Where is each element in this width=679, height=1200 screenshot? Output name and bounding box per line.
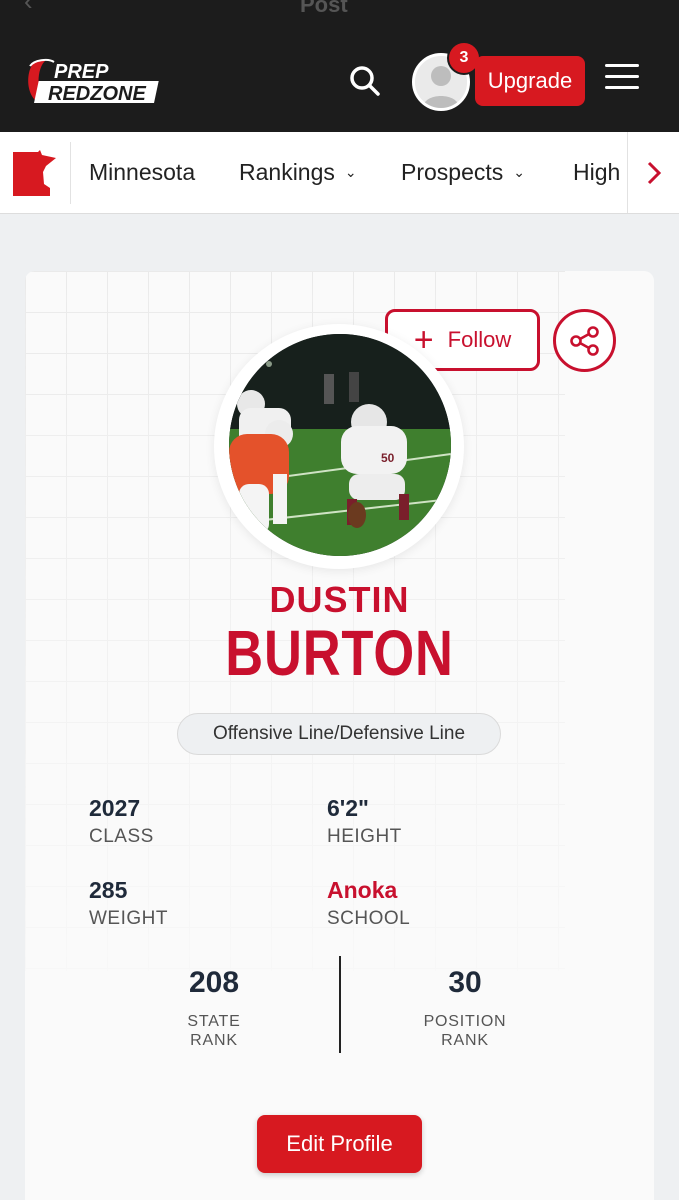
player-profile-card: + Follow 50 DUSTIN BURTON Offensive Line…: [25, 271, 654, 1200]
nav-item-high[interactable]: High: [573, 159, 620, 186]
nav-scroll-right-button[interactable]: [627, 132, 679, 213]
rank-label: STATE RANK: [187, 1013, 241, 1049]
share-icon: [569, 325, 599, 356]
stat-value: 285: [89, 877, 128, 903]
player-last-name: BURTON: [225, 617, 454, 689]
chevron-right-icon: [647, 161, 661, 185]
jersey-number: 50: [381, 451, 395, 465]
stat-value: 2027: [89, 795, 141, 821]
stat-label: SCHOOL: [327, 908, 411, 929]
position-pill: Offensive Line/Defensive Line: [177, 713, 501, 755]
upgrade-button[interactable]: Upgrade: [475, 56, 585, 106]
player-photo: 50: [229, 334, 451, 556]
logo-text-redzone: REDZONE: [48, 83, 146, 105]
stat-label: WEIGHT: [89, 908, 168, 929]
top-header: ‹ Post PREP REDZONE 3 Upgrade: [0, 0, 679, 132]
rank-divider: [339, 956, 341, 1053]
nav-separator: [70, 142, 71, 204]
school-link[interactable]: Anoka: [327, 877, 410, 904]
minnesota-map-icon[interactable]: [10, 148, 60, 198]
stat-label: HEIGHT: [327, 826, 402, 847]
ghost-title: Post: [300, 0, 348, 17]
stat-value: 6'2": [327, 795, 369, 821]
follow-label: Follow: [447, 327, 512, 352]
state-nav-bar: Minnesota Rankings ⌄ Prospects ⌄ High: [0, 132, 679, 214]
nav-item-rankings[interactable]: Rankings ⌄: [239, 159, 357, 186]
logo-text-prep: PREP: [54, 61, 109, 83]
position-rank: 30 POSITION RANK: [365, 966, 565, 1050]
player-first-name: DUSTIN: [269, 579, 410, 620]
rank-value: 208: [188, 966, 240, 999]
state-rank: 208 STATE RANK: [114, 966, 314, 1050]
search-icon[interactable]: [346, 62, 384, 100]
chevron-down-icon: ⌄: [344, 164, 357, 180]
stat-label: CLASS: [89, 826, 154, 847]
chevron-down-icon: ⌄: [513, 164, 525, 180]
stat-class: 2027 CLASS: [89, 795, 154, 848]
hamburger-menu-icon[interactable]: [605, 64, 639, 94]
stat-school: Anoka SCHOOL: [327, 877, 410, 930]
nav-item-prospects[interactable]: Prospects ⌄: [401, 159, 525, 186]
share-button[interactable]: [553, 309, 616, 372]
stat-height: 6'2" HEIGHT: [327, 795, 402, 848]
nav-item-state[interactable]: Minnesota: [89, 159, 195, 186]
stat-weight: 285 WEIGHT: [89, 877, 168, 930]
player-photo-frame: 50: [214, 324, 464, 569]
rank-label: POSITION RANK: [423, 1013, 507, 1049]
edit-profile-button[interactable]: Edit Profile: [257, 1115, 422, 1173]
prep-redzone-logo[interactable]: PREP REDZONE: [24, 56, 166, 106]
rank-value: 30: [448, 966, 482, 999]
back-arrow-icon[interactable]: ‹: [24, 0, 33, 17]
